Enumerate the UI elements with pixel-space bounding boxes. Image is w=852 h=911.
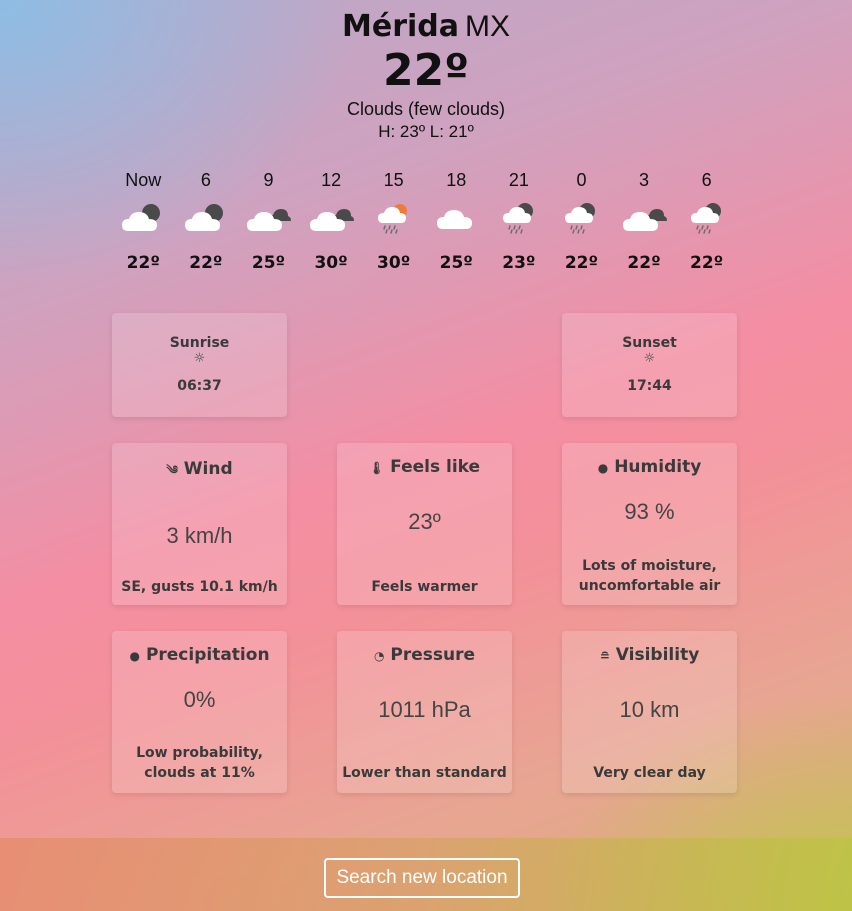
high-low-temperature: H: 23º L: 21º — [378, 122, 474, 141]
hour-temperature: 23º — [502, 253, 536, 273]
moon-rain-icon — [550, 192, 613, 244]
hour-time: 9 — [263, 170, 274, 190]
hourly-item: 0 22º — [550, 168, 613, 274]
hourly-item: 3 22º — [613, 168, 676, 274]
feels-like-card: 🌡 Feels like 23º Feels warmer — [337, 443, 512, 605]
moon-rain-icon — [488, 192, 551, 244]
hourly-item: 9 25º — [237, 168, 300, 274]
wind-detail: SE, gusts 10.1 km/h — [121, 579, 278, 595]
hourly-item: 15 30º — [362, 168, 425, 274]
visibility-label: Visibility — [615, 645, 700, 665]
cloud-moon-icon — [175, 192, 238, 244]
precipitation-header: ● Precipitation — [112, 645, 287, 665]
precipitation-detail: Low probability, clouds at 11% — [136, 745, 263, 781]
sunrise-card: Sunrise ☼ 06:37 — [112, 313, 287, 417]
pressure-detail: Lower than standard — [342, 765, 507, 781]
city-name: Mérida — [342, 9, 459, 44]
current-weather-header: Mérida MX 22º Clouds (few clouds) H: 23º … — [0, 10, 852, 143]
moon-rain-icon — [675, 192, 738, 244]
hour-time: 12 — [321, 170, 342, 190]
precipitation-label: Precipitation — [145, 645, 270, 665]
location-title: Mérida MX — [0, 10, 852, 44]
hour-temperature: 22º — [564, 253, 599, 273]
sunset-time: 17:44 — [627, 378, 672, 394]
hour-temperature: 22º — [690, 253, 724, 273]
wind-header: ༄ Wind — [112, 457, 287, 491]
current-temperature: 22º — [382, 45, 470, 96]
feels-like-value: 23º — [408, 509, 441, 534]
hourly-item: 18 25º — [425, 168, 488, 274]
pressure-card: ◔ Pressure 1011 hPa Lower than standard — [337, 631, 512, 793]
raindrop-icon: ● — [129, 649, 140, 663]
hour-time: 6 — [200, 170, 211, 190]
humidity-header: ● Humidity — [562, 457, 737, 477]
hourly-item: 6 22º — [675, 168, 738, 274]
sun-rain-icon — [362, 192, 425, 244]
hour-time: Now — [125, 170, 162, 190]
hour-temperature: 25º — [439, 253, 473, 273]
sunset-label: Sunset — [622, 335, 677, 351]
sun-icon: ☼ — [193, 351, 206, 366]
sunrise-label: Sunrise — [169, 335, 230, 351]
wind-value: 3 km/h — [166, 523, 233, 548]
hourly-forecast: Now 22º 6 22º 9 25º 12 30º 15 30º 18 25º… — [112, 168, 738, 274]
visibility-value: 10 km — [619, 697, 680, 722]
sunrise-time: 06:37 — [177, 378, 222, 394]
hour-temperature: 22º — [189, 253, 223, 273]
humidity-value: 93 % — [624, 499, 675, 524]
humidity-label: Humidity — [614, 457, 702, 477]
cloud-moon-icon — [112, 192, 175, 244]
wind-label: Wind — [183, 459, 233, 479]
hour-temperature: 30º — [314, 253, 348, 273]
feels-like-header: 🌡 Feels like — [337, 457, 512, 477]
pressure-value: 1011 hPa — [378, 697, 471, 722]
broken-clouds-icon — [613, 192, 676, 244]
humidity-card: ● Humidity 93 % Lots of moisture, uncomfo… — [562, 443, 737, 605]
hour-temperature: 22º — [627, 253, 661, 273]
hour-temperature: 22º — [126, 253, 160, 273]
hour-time: 15 — [383, 170, 404, 190]
hourly-item: 6 22º — [175, 168, 238, 274]
hourly-item: 21 23º — [488, 168, 551, 274]
pressure-label: Pressure — [390, 645, 476, 665]
hour-time: 3 — [639, 170, 650, 190]
cloud-icon — [425, 192, 488, 244]
feels-like-label: Feels like — [390, 457, 481, 477]
wind-icon: ༄ — [166, 463, 178, 477]
sunset-card: Sunset ☼ 17:44 — [562, 313, 737, 417]
sun-icon: ☼ — [643, 351, 656, 366]
footer-bar: Search new location — [0, 838, 852, 911]
feels-like-detail: Feels warmer — [371, 579, 478, 595]
hour-time: 18 — [446, 170, 467, 190]
wind-card: ༄ Wind 3 km/h SE, gusts 10.1 km/h — [112, 443, 287, 605]
current-condition: Clouds (few clouds) — [346, 99, 506, 119]
visibility-detail: Very clear day — [593, 765, 706, 781]
broken-clouds-icon — [237, 192, 300, 244]
hour-time: 0 — [576, 170, 587, 190]
hour-time: 21 — [508, 170, 529, 190]
hour-temperature: 25º — [251, 253, 286, 273]
search-new-location-button[interactable]: Search new location — [324, 858, 520, 898]
hourly-item: 12 30º — [300, 168, 363, 274]
precipitation-card: ● Precipitation 0% Low probability, cloud… — [112, 631, 287, 793]
hour-temperature: 30º — [377, 253, 411, 273]
humidity-detail: Lots of moisture, uncomfortable air — [578, 558, 721, 594]
hourly-item: Now 22º — [112, 168, 175, 274]
fog-icon: ≘ — [599, 649, 610, 663]
humidity-drop-icon: ● — [597, 461, 609, 475]
broken-clouds-icon — [300, 192, 363, 244]
thermometer-icon: 🌡 — [368, 461, 385, 475]
visibility-card: ≘ Visibility 10 km Very clear day — [562, 631, 737, 793]
precipitation-value: 0% — [183, 687, 216, 712]
country-code: MX — [465, 10, 510, 43]
pressure-header: ◔ Pressure — [337, 645, 512, 665]
hour-time: 6 — [701, 170, 712, 190]
visibility-header: ≘ Visibility — [562, 645, 737, 665]
gauge-icon: ◔ — [373, 649, 385, 663]
